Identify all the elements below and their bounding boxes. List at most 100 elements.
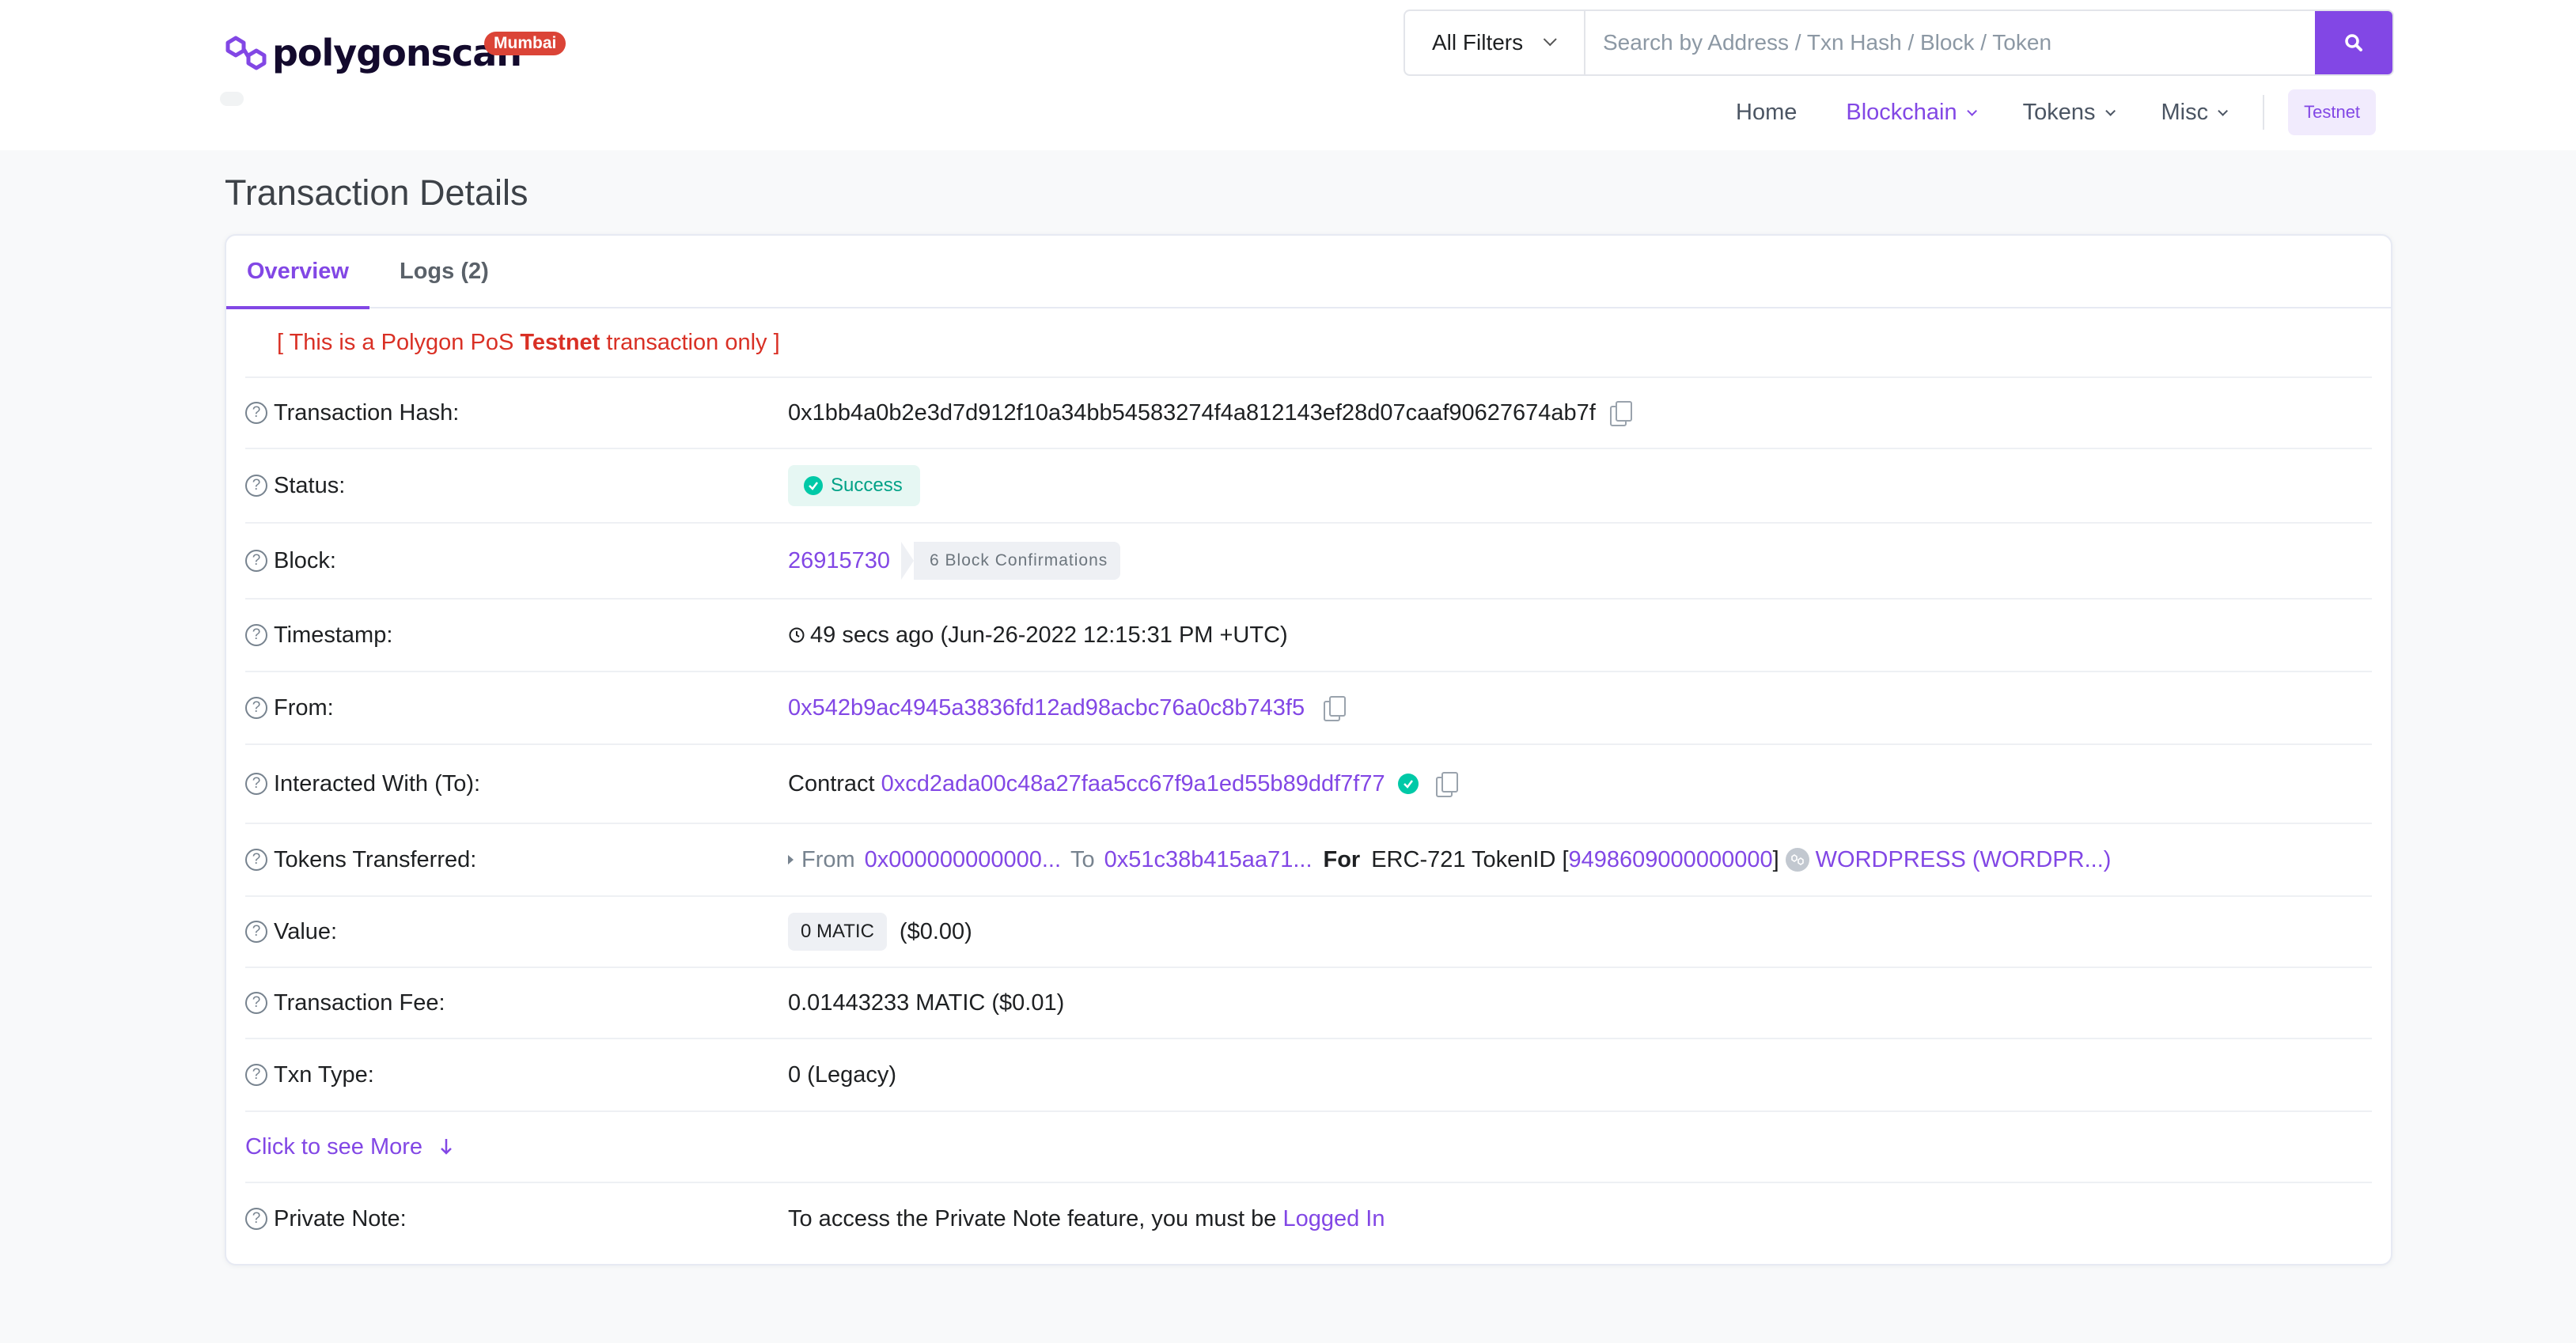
nav-home-label: Home [1736,99,1798,125]
label: Block: [274,547,336,573]
label: Status: [274,472,346,498]
nav-blockchain[interactable]: Blockchain [1846,99,1977,126]
token-icon [1785,848,1809,872]
chevron-down-icon [1966,105,1977,116]
arrow-down-icon [441,1139,452,1155]
block-link[interactable]: 26915730 [788,548,890,574]
notice-bold: Testnet [520,329,600,355]
clock-icon [789,627,805,643]
label: Timestamp: [274,622,393,648]
logo-text: polygonscan [272,32,522,74]
row-from: ? From: 0x542b9ac4945a3836fd12ad98acbc76a… [245,672,2372,745]
row-block: ? Block: 26915730 6 Block Confirmations [245,524,2372,600]
label: Transaction Fee: [274,989,445,1016]
search-input[interactable] [1585,11,2315,74]
help-icon[interactable]: ? [245,402,267,424]
testnet-button[interactable]: Testnet [2288,89,2377,135]
token-from-link[interactable]: 0x000000000000... [865,847,1061,873]
token-name-link[interactable]: WORDPRESS (WORDPR...) [1816,847,2112,873]
see-more-label: Click to see More [245,1133,423,1160]
site-header: polygonscan Mumbai All Filters Home Bloc… [0,0,2576,150]
private-note-text: To access the Private Note feature, you … [788,1205,1283,1231]
row-transaction-fee: ? Transaction Fee: 0.01443233 MATIC ($0.0… [245,968,2372,1039]
verified-check-icon [1397,774,1419,794]
help-icon[interactable]: ? [245,849,267,871]
label: Private Note: [274,1205,407,1231]
contract-address-link[interactable]: 0xcd2ada00c48a27faa5cc67f9a1ed55b89ddf7f… [881,771,1385,797]
label: Txn Type: [274,1061,374,1088]
value-usd: ($0.00) [899,918,972,944]
tab-bar: Overview Logs (2) [226,235,2391,309]
token-to-label: To [1070,846,1095,872]
row-txn-type: ? Txn Type: 0 (Legacy) [245,1039,2372,1112]
logo[interactable]: polygonscan [225,32,522,74]
details-list: ? Transaction Hash: 0x1bb4a0b2e3d7d912f10… [245,378,2372,1254]
help-icon[interactable]: ? [245,475,267,497]
row-interacted-with: ? Interacted With (To): Contract 0xcd2ada… [245,745,2372,824]
notice-suffix: transaction only ] [600,329,780,355]
token-from-label: From [801,846,855,872]
nav-divider [2263,95,2265,130]
tx-hash-value: 0x1bb4a0b2e3d7d912f10a34bb54583274f4a812… [788,399,1596,426]
check-circle-icon [804,476,823,495]
polygon-logo-icon [225,36,267,70]
transaction-card: Overview Logs (2) [ This is a Polygon Po… [225,234,2392,1265]
filter-label: All Filters [1432,30,1524,55]
token-id-link[interactable]: 9498609000000000 [1569,847,1773,873]
see-more-link[interactable]: Click to see More [245,1134,454,1160]
copy-icon[interactable] [1435,772,1458,797]
token-standard: ERC-721 TokenID [ [1371,846,1569,872]
from-address-link[interactable]: 0x542b9ac4945a3836fd12ad98acbc76a0c8b743… [788,695,1305,721]
search-icon [2345,34,2362,51]
value-amount: 0 MATIC [788,913,887,951]
nav-misc-label: Misc [2161,99,2209,125]
testnet-notice: [ This is a Polygon PoS Testnet transact… [245,308,2372,378]
help-icon[interactable]: ? [245,1064,267,1086]
nav-home[interactable]: Home [1736,100,1797,126]
status-text: Success [831,475,903,496]
chevron-down-icon [2218,105,2229,116]
expand-caret-icon[interactable] [788,855,794,864]
help-icon[interactable]: ? [245,921,267,943]
txn-type-value: 0 (Legacy) [788,1061,897,1088]
token-id-close: ] [1772,846,1779,872]
label: Tokens Transferred: [274,846,477,872]
token-to-link[interactable]: 0x51c38b415aa71... [1104,847,1313,873]
help-icon[interactable]: ? [245,992,267,1014]
row-private-note: ? Private Note: To access the Private Not… [245,1183,2372,1254]
label: Interacted With (To): [274,770,481,796]
placeholder-pill [220,92,244,106]
chevron-down-icon [2104,105,2116,116]
search-bar: All Filters [1404,9,2394,76]
confirmations-badge: 6 Block Confirmations [901,542,1121,580]
tab-logs[interactable]: Logs (2) [400,235,489,308]
nav-tokens[interactable]: Tokens [2022,99,2116,126]
tab-overview[interactable]: Overview [226,235,369,309]
fee-value: 0.01443233 MATIC ($0.01) [788,989,1065,1016]
help-icon[interactable]: ? [245,697,267,719]
page-title: Transaction Details [225,172,528,213]
token-for-label: For [1323,846,1361,872]
help-icon[interactable]: ? [245,773,267,795]
search-filter-dropdown[interactable]: All Filters [1405,11,1585,74]
nav-blockchain-label: Blockchain [1846,99,1957,125]
row-tokens-transferred: ? Tokens Transferred: From 0x000000000000… [245,824,2372,897]
row-timestamp: ? Timestamp: 49 secs ago (Jun-26-2022 12:… [245,600,2372,672]
search-button[interactable] [2315,11,2392,74]
label: Transaction Hash: [274,399,460,426]
help-icon[interactable]: ? [245,624,267,646]
nav-misc[interactable]: Misc [2161,99,2229,126]
label: From: [274,694,334,721]
row-see-more: Click to see More [245,1112,2372,1183]
nav-tokens-label: Tokens [2022,99,2096,125]
main-nav: Home Blockchain Tokens Misc Testnet [1736,89,2377,136]
chevron-down-icon [1543,32,1557,47]
contract-prefix: Contract [788,770,875,796]
help-icon[interactable]: ? [245,550,267,572]
copy-icon[interactable] [1609,401,1632,426]
row-value: ? Value: 0 MATIC ($0.00) [245,897,2372,968]
login-link[interactable]: Logged In [1282,1206,1385,1232]
help-icon[interactable]: ? [245,1208,267,1230]
copy-icon[interactable] [1324,696,1347,721]
timestamp-value: 49 secs ago (Jun-26-2022 12:15:31 PM +UT… [810,622,1288,648]
